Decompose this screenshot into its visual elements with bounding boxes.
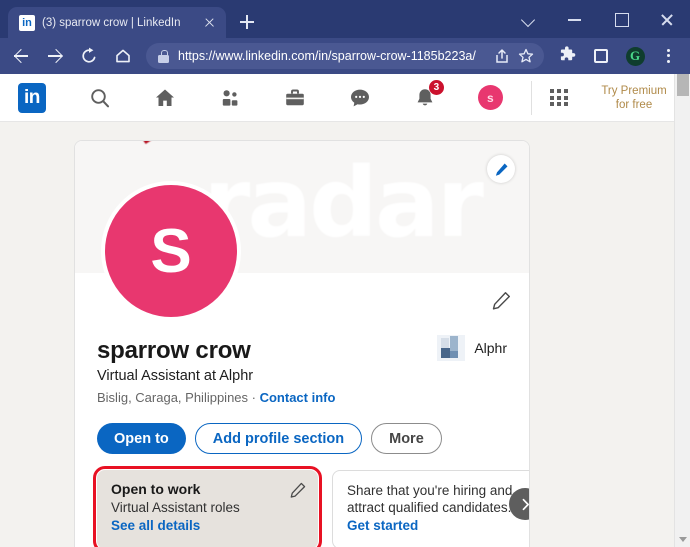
my-network-icon[interactable]: [198, 75, 263, 121]
grammarly-extension-icon[interactable]: G: [620, 41, 650, 71]
profile-headline: Virtual Assistant at Alphr: [97, 368, 254, 384]
star-icon[interactable]: [514, 44, 538, 68]
address-bar[interactable]: https://www.linkedin.com/in/sparrow-crow…: [146, 43, 544, 69]
page-viewport: in 3 s Try Premium for free radar S spar…: [0, 74, 690, 547]
me-avatar[interactable]: s: [458, 75, 523, 121]
close-window-icon[interactable]: [644, 0, 690, 38]
company-name: Alphr: [474, 340, 507, 356]
hiring-text-line-1: Share that you're hiring and: [347, 483, 513, 498]
edit-banner-icon[interactable]: [487, 155, 515, 183]
profile-actions: Open to Add profile section More: [97, 423, 507, 454]
square-extension-icon[interactable]: [586, 41, 616, 71]
browser-toolbar: https://www.linkedin.com/in/sparrow-crow…: [0, 38, 690, 74]
browser-tab[interactable]: in (3) sparrow crow | LinkedIn: [8, 7, 226, 38]
notifications-icon[interactable]: 3: [393, 75, 458, 121]
edit-profile-icon[interactable]: [492, 291, 511, 315]
profile-card: radar S sparrow crow Virtual Assistant a…: [74, 140, 530, 547]
tab-title: (3) sparrow crow | LinkedIn: [42, 16, 181, 29]
home-icon[interactable]: [133, 75, 198, 121]
try-premium-link[interactable]: Try Premium for free: [594, 84, 674, 112]
messaging-icon[interactable]: [328, 75, 393, 121]
page-scrollbar[interactable]: [674, 74, 690, 547]
see-all-details-link[interactable]: See all details: [111, 518, 200, 533]
extensions-puzzle-icon[interactable]: [552, 41, 582, 71]
open-to-work-subtitle: Virtual Assistant roles: [111, 500, 240, 515]
contact-info-link[interactable]: Contact info: [260, 390, 336, 405]
open-to-work-card[interactable]: Open to work Virtual Assistant roles See…: [93, 466, 322, 547]
scrollbar-thumb[interactable]: [677, 74, 689, 96]
toolbar-extensions: G: [550, 41, 686, 71]
window-controls: [506, 0, 690, 38]
back-arrow-icon[interactable]: [6, 41, 36, 71]
url-text: https://www.linkedin.com/in/sparrow-crow…: [178, 49, 476, 63]
new-tab-button[interactable]: [234, 9, 260, 35]
chrome-menu-kebab-icon[interactable]: [654, 41, 684, 71]
nav-icon-group: 3 s: [68, 75, 523, 121]
linkedin-favicon-icon: in: [19, 14, 35, 31]
reload-icon[interactable]: [74, 41, 104, 71]
hiring-promo-card[interactable]: Share that you're hiring and attract qua…: [332, 470, 529, 547]
premium-line-2: for free: [615, 98, 653, 111]
get-started-link[interactable]: Get started: [347, 518, 418, 533]
current-company[interactable]: Alphr: [437, 335, 507, 361]
search-icon[interactable]: [68, 75, 133, 121]
avatar: s: [477, 85, 503, 110]
lock-icon: [158, 49, 169, 63]
home-icon[interactable]: [108, 41, 138, 71]
banner-watermark-text: radar: [203, 147, 484, 259]
profile-cards-carousel: Open to work Virtual Assistant roles See…: [93, 466, 529, 547]
share-icon[interactable]: [490, 44, 514, 68]
grid-apps-icon[interactable]: [534, 75, 584, 121]
open-to-work-title: Open to work: [111, 481, 201, 497]
premium-line-1: Try Premium: [601, 84, 667, 97]
close-icon[interactable]: [201, 14, 218, 31]
location-separator: ·: [248, 390, 260, 405]
more-button[interactable]: More: [371, 423, 442, 454]
open-to-button[interactable]: Open to: [97, 423, 186, 454]
forward-arrow-icon[interactable]: [40, 41, 70, 71]
add-profile-section-button[interactable]: Add profile section: [194, 423, 363, 454]
browser-window: in (3) sparrow crow | LinkedIn https://w…: [0, 0, 690, 547]
scroll-down-arrow-icon[interactable]: [679, 537, 687, 542]
profile-avatar[interactable]: S: [101, 181, 241, 321]
profile-location-row: Bislig, Caraga, Philippines · Contact in…: [97, 390, 507, 405]
nav-divider: [530, 80, 532, 115]
alphr-logo-icon: [437, 335, 466, 361]
tab-strip: in (3) sparrow crow | LinkedIn: [0, 0, 690, 38]
linkedin-global-nav: in 3 s Try Premium for free: [0, 74, 674, 122]
linkedin-logo-icon[interactable]: in: [18, 82, 46, 113]
hiring-text-line-2: attract qualified candidates.: [347, 500, 512, 515]
profile-location: Bislig, Caraga, Philippines: [97, 390, 249, 405]
chevron-down-icon[interactable]: [506, 0, 552, 38]
edit-open-to-work-icon[interactable]: [290, 482, 306, 503]
minimize-icon[interactable]: [552, 0, 598, 38]
jobs-icon[interactable]: [263, 75, 328, 121]
maximize-icon[interactable]: [598, 0, 644, 38]
notification-badge: 3: [428, 79, 444, 95]
